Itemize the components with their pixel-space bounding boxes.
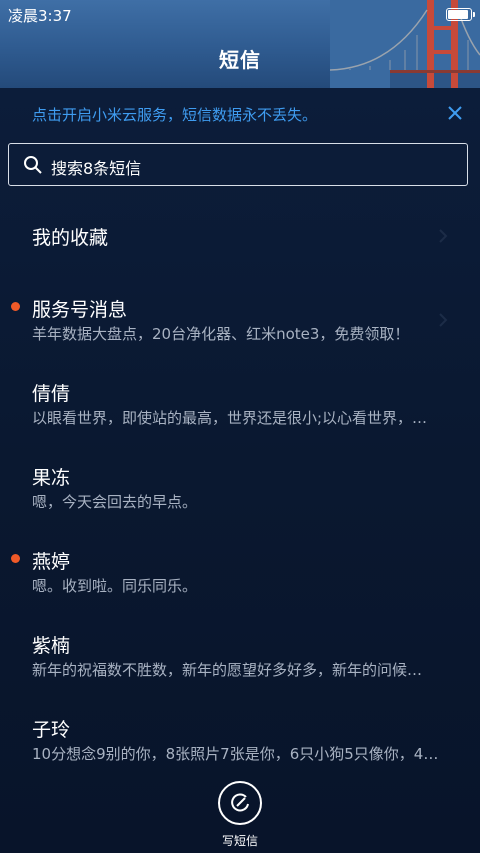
search-input[interactable]: 搜索8条短信	[8, 143, 468, 186]
favorites-label: 我的收藏	[32, 227, 109, 249]
banner-text[interactable]: 点击开启小米云服务，短信数据永不丢失。	[32, 104, 317, 125]
conversation-item[interactable]: 服务号消息 羊年数据大盘点，20台净化器、红米note3，免费领取！	[0, 285, 480, 369]
favorites-item[interactable]: 我的收藏	[0, 201, 480, 285]
chevron-right-icon	[439, 313, 448, 327]
status-time: 凌晨3:37	[8, 7, 72, 25]
conversation-name: 子玲	[32, 719, 71, 741]
compose-icon	[231, 793, 249, 812]
cloud-service-banner[interactable]: 点击开启小米云服务，短信数据永不丢失。	[0, 88, 480, 138]
conversation-item[interactable]: 燕婷 嗯。收到啦。同乐同乐。	[0, 537, 480, 621]
conversation-item[interactable]: 紫楠 新年的祝福数不胜数，新年的愿望好多好多，新年的问候…	[0, 621, 480, 705]
compose-button[interactable]	[218, 781, 262, 825]
conversation-name: 紫楠	[32, 635, 71, 657]
message-list-panel: 点击开启小米云服务，短信数据永不丢失。 搜索8条短信 我的收藏 服务号消息 羊年…	[0, 88, 480, 853]
compose-label: 写短信	[221, 834, 258, 848]
unread-dot	[11, 554, 20, 563]
conversation-name: 倩倩	[32, 383, 71, 405]
search-icon	[24, 156, 42, 174]
page-title: 短信	[219, 48, 261, 72]
conversation-name: 果冻	[32, 467, 71, 489]
conversation-preview: 羊年数据大盘点，20台净化器、红米note3，免费领取！	[32, 325, 410, 343]
header: 凌晨3:37 短信	[0, 0, 480, 88]
conversation-item[interactable]: 子玲 10分想念9别的你，8张照片7张是你，6只小狗5只像你，4…	[0, 705, 480, 789]
unread-dot	[11, 302, 20, 311]
conversation-preview: 以眼看世界，即使站的最高，世界还是很小;以心看世界，…	[32, 409, 428, 427]
conversation-preview: 10分想念9别的你，8张照片7张是你，6只小狗5只像你，4…	[32, 745, 439, 763]
conversation-item[interactable]: 果冻 嗯，今天会回去的早点。	[0, 453, 480, 537]
chevron-right-icon	[439, 229, 448, 243]
battery-icon	[446, 8, 475, 21]
conversation-preview: 嗯。收到啦。同乐同乐。	[32, 577, 198, 595]
conversation-preview: 新年的祝福数不胜数，新年的愿望好多好多，新年的问候…	[32, 661, 423, 679]
conversation-name: 服务号消息	[32, 299, 128, 321]
close-icon[interactable]	[444, 102, 466, 124]
conversation-item[interactable]: 倩倩 以眼看世界，即使站的最高，世界还是很小;以心看世界，…	[0, 369, 480, 453]
search-placeholder: 搜索8条短信	[51, 159, 142, 178]
conversation-name: 燕婷	[32, 551, 71, 573]
conversation-preview: 嗯，今天会回去的早点。	[32, 493, 198, 511]
